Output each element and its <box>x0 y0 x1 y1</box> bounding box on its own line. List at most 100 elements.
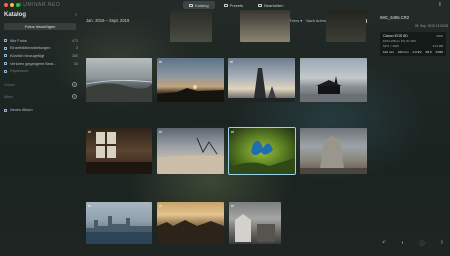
edited-badge-icon: ⇄ <box>231 203 234 208</box>
photo-thumbnail[interactable]: ⇄ <box>157 202 224 244</box>
close-window-button[interactable] <box>4 3 8 7</box>
photo-thumbnail[interactable]: ⇄ <box>228 58 295 102</box>
photo-thumbnail[interactable] <box>326 10 366 42</box>
sidebar-item-recently-added[interactable]: Kürzlich hinzugefügt 300 <box>4 52 78 60</box>
aperture: f/8.0 <box>425 50 432 54</box>
compare-icon[interactable]: ◐ <box>401 240 404 247</box>
add-folder-icon[interactable]: + <box>72 82 77 87</box>
black-church-scene <box>300 76 367 102</box>
capture-date: 09. Sep. 2019 13:03:08 <box>414 24 448 28</box>
ruins-scene <box>235 214 275 242</box>
sidebar-item-count: 30 <box>74 61 78 66</box>
sidebar-item-lost-edits[interactable]: Verloren gegangene Bear... 30 <box>4 60 78 68</box>
date-range-label: Jan. 2016 – Sept. 2019 <box>86 18 130 23</box>
focal-length-35mm: 100 mm <box>397 50 409 54</box>
presets-icon <box>223 3 228 7</box>
raw-badge: RAW <box>436 34 443 38</box>
info-panel: IMG_6465.CR2 09. Sep. 2019 13:03:08 Cano… <box>376 10 450 256</box>
share-icon[interactable]: ⇪ <box>438 2 442 8</box>
sidebar-item-label: Einzelbildbearbeitungen <box>10 46 51 51</box>
sidebar-item-label: Neues Album <box>10 108 33 112</box>
add-photos-button[interactable]: Fotos hinzufügen <box>4 23 76 30</box>
photo-thumbnail[interactable] <box>300 128 367 174</box>
tab-label: Bearbeiten <box>264 2 284 8</box>
photo-thumbnail[interactable]: ⇄ <box>157 128 224 174</box>
town-sunset-scene <box>157 220 224 244</box>
undo-icon[interactable]: ↶ <box>382 240 386 247</box>
sidebar-item-trash[interactable]: Papierkorb <box>4 67 78 75</box>
edited-badge-icon: ⇄ <box>159 203 162 208</box>
edited-badge-icon: ⇄ <box>159 59 162 64</box>
panel-footer-actions: ↶ ◐ ⓘ ⇪ <box>382 240 444 247</box>
tab-presets[interactable]: Presets <box>218 1 250 9</box>
photo-thumbnail[interactable]: ⇄ <box>86 202 152 244</box>
edited-badge-icon: ⇄ <box>88 203 91 208</box>
resolution: 5472 × 3648 <box>383 44 399 48</box>
app-brand: LUMINAR NEO <box>20 2 61 8</box>
add-album-icon[interactable]: + <box>72 94 77 99</box>
photo-thumbnail[interactable]: ⇄ <box>229 202 281 244</box>
photo-thumbnail[interactable]: ⇄ <box>157 58 224 102</box>
file-name: IMG_6465.CR2 <box>380 15 410 20</box>
single-edits-icon <box>4 46 7 50</box>
sidebar-title: Katalog <box>4 12 27 18</box>
sidebar-item-label: Verloren gegangene Bear... <box>10 61 57 66</box>
photo-thumbnail[interactable] <box>170 10 212 42</box>
butterfly-scene <box>229 140 295 174</box>
tab-edit[interactable]: Bearbeiten <box>252 1 289 9</box>
file-size: 24.9 MB <box>432 44 443 48</box>
section-albums: Alben <box>4 95 13 99</box>
city-skyline-scene <box>86 216 152 244</box>
exposure-bias: 0.0 EV <box>412 50 422 54</box>
info-icon[interactable]: ⓘ <box>420 240 425 247</box>
sidebar-item-single-edits[interactable]: Einzelbildbearbeitungen 3 <box>4 45 78 53</box>
photo-thumbnail[interactable] <box>240 10 290 42</box>
shutter-speed: 1/250 <box>435 50 443 54</box>
mode-tabs: Katalog Presets Bearbeiten <box>183 1 290 9</box>
sidebar-item-label: Alle Fotos <box>10 38 27 43</box>
sidebar-item-label: Papierkorb <box>10 69 29 74</box>
window-controls <box>4 3 20 7</box>
edit-icon <box>258 3 263 7</box>
tab-label: Katalog <box>195 2 209 8</box>
sidebar: Katalog ≡ Fotos hinzufügen Alle Fotos 47… <box>0 10 82 256</box>
coast-scene <box>86 80 152 102</box>
sidebar-item-label: Kürzlich hinzugefügt <box>10 53 45 58</box>
export-icon[interactable]: ⇪ <box>440 240 444 247</box>
edited-badge-icon: ⇄ <box>231 129 234 134</box>
photo-thumbnail-selected[interactable]: ⇄ <box>228 127 296 175</box>
photo-thumbnail[interactable]: ⇄ <box>86 128 152 174</box>
lens-model: EF24-105mm f/4L IS USM <box>383 39 416 43</box>
exif-values: 102 mm 100 mm 0.0 EV f/8.0 1/250 <box>383 50 443 54</box>
sculpture-scene <box>300 136 367 174</box>
tab-catalog[interactable]: Katalog <box>183 1 215 9</box>
window-interior-scene <box>86 132 152 174</box>
catalog-icon <box>189 3 193 7</box>
catalog-list: Alle Fotos 473 Einzelbildbearbeitungen 3… <box>4 37 78 75</box>
edited-badge-icon: ⇄ <box>159 129 162 134</box>
sidebar-item-count: 473 <box>72 38 78 43</box>
sidebar-item-all-photos[interactable]: Alle Fotos 473 <box>4 37 78 45</box>
sunset-scene <box>157 85 224 102</box>
exif-card: Canon EOS 6D RAW EF24-105mm f/4L IS USM … <box>380 32 446 56</box>
collapse-sidebar-icon[interactable]: ≡ <box>75 12 77 17</box>
trash-icon <box>4 69 7 73</box>
edited-badge-icon: ⇄ <box>230 59 233 64</box>
title-bar: LUMINAR NEO Katalog Presets Bearbeiten ⇪ <box>0 0 450 10</box>
photo-thumbnail[interactable] <box>300 58 367 102</box>
lost-edits-icon <box>4 62 7 66</box>
photos-icon <box>4 39 7 43</box>
sidebar-item-count: 300 <box>72 53 78 58</box>
tab-label: Presets <box>229 2 244 8</box>
sidebar-item-new-album[interactable]: Neues Album <box>4 108 33 112</box>
church-tower-scene <box>228 68 295 102</box>
section-folders: Ordner <box>4 83 15 87</box>
sidebar-item-count: 3 <box>76 46 78 51</box>
beach-scene <box>157 137 224 174</box>
recent-icon <box>4 54 7 58</box>
minimize-window-button[interactable] <box>10 3 14 7</box>
photo-thumbnail[interactable] <box>86 58 152 102</box>
camera-model: Canon EOS 6D <box>383 34 408 38</box>
focal-length: 102 mm <box>383 50 394 54</box>
album-icon <box>4 108 7 112</box>
